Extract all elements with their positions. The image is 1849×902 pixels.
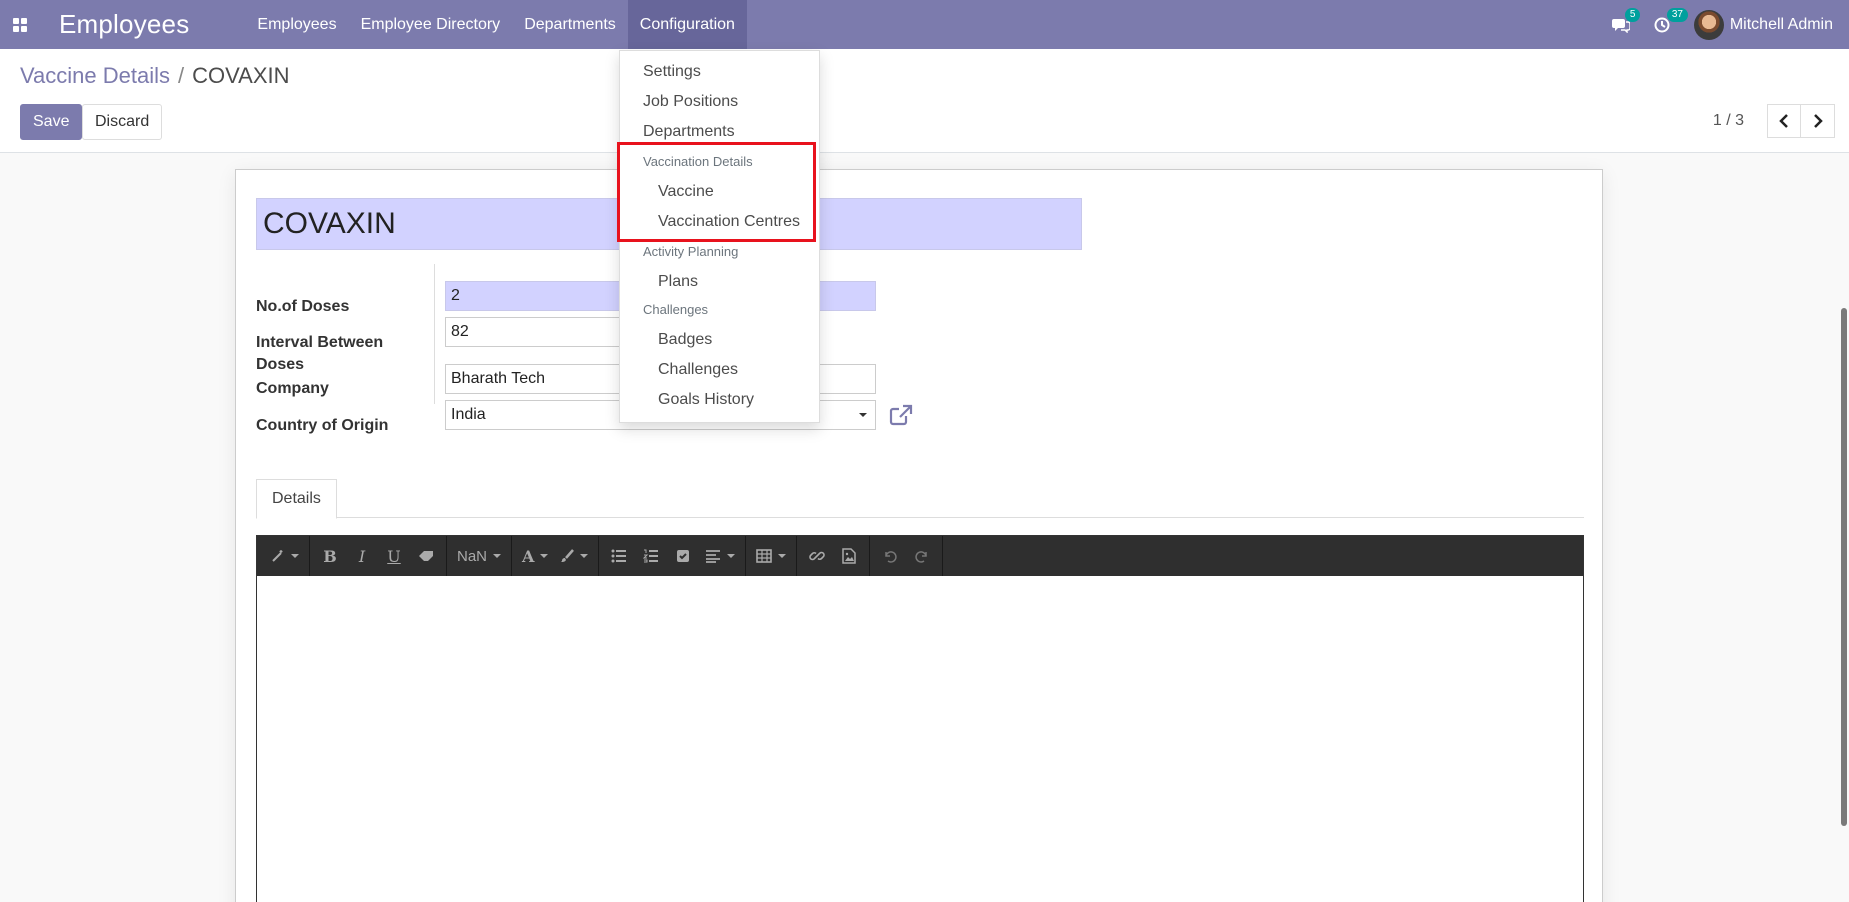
dropdown-header-activity-planning: Activity Planning <box>643 244 739 259</box>
breadcrumb: Vaccine Details / COVAXIN <box>20 63 290 89</box>
background-color-button[interactable] <box>554 540 594 572</box>
caret-down-icon <box>859 413 867 417</box>
country-select-value: India <box>451 406 486 423</box>
notebook-tabs: Details <box>256 479 1584 519</box>
doses-label: No.of Doses <box>256 298 350 315</box>
editor-toolbar: B I U NaN A <box>257 536 1583 576</box>
redo-button[interactable] <box>906 540 938 572</box>
checkbox-icon <box>677 550 690 562</box>
dropdown-item-departments[interactable]: Departments <box>643 123 735 141</box>
user-menu[interactable]: Mitchell Admin <box>1693 9 1833 40</box>
table-icon <box>756 549 773 563</box>
dropdown-item-vaccination-centres[interactable]: Vaccination Centres <box>658 213 800 231</box>
font-size-button[interactable]: NaN <box>451 540 507 572</box>
link-icon <box>809 551 826 561</box>
align-button[interactable] <box>699 540 741 572</box>
bold-button[interactable]: B <box>314 540 346 572</box>
menu-employees[interactable]: Employees <box>245 0 348 49</box>
style-button[interactable] <box>265 540 305 572</box>
bullet-list-button[interactable] <box>603 540 635 572</box>
dropdown-item-challenges[interactable]: Challenges <box>658 361 738 379</box>
form-view: COVAXIN No.of Doses Interval Between Dos… <box>0 153 1849 902</box>
activities-button[interactable]: 37 <box>1654 7 1688 33</box>
page-scrollbar[interactable] <box>1841 308 1847 826</box>
company-label: Company <box>256 380 329 397</box>
messages-button[interactable]: 5 <box>1611 7 1641 33</box>
underline-button[interactable]: U <box>378 540 410 572</box>
dropdown-header-vaccination-details: Vaccination Details <box>643 154 753 169</box>
html-editor[interactable]: B I U NaN A <box>256 535 1584 902</box>
chevron-right-icon <box>1813 114 1823 128</box>
top-navbar: Employees Employees Employee Directory D… <box>0 0 1849 49</box>
undo-icon <box>885 551 898 563</box>
interval-label-line2: Doses <box>256 356 305 373</box>
checklist-button[interactable] <box>667 540 699 572</box>
breadcrumb-parent[interactable]: Vaccine Details <box>20 63 170 89</box>
image-icon <box>842 548 857 564</box>
activities-badge: 37 <box>1666 7 1688 22</box>
interval-label: Interval Between Doses <box>256 332 383 376</box>
italic-button[interactable]: I <box>346 540 378 572</box>
chevron-left-icon <box>1779 114 1788 128</box>
magic-wand-icon <box>272 550 283 562</box>
undo-button[interactable] <box>874 540 906 572</box>
user-name: Mitchell Admin <box>1729 15 1833 33</box>
external-link-icon <box>889 404 913 426</box>
font-color-button[interactable]: A <box>516 540 554 572</box>
font-color-icon: A <box>522 546 535 566</box>
list-ul-icon <box>611 549 627 563</box>
messages-badge: 5 <box>1624 7 1641 22</box>
align-left-icon <box>706 550 721 563</box>
external-link-button[interactable] <box>889 404 913 430</box>
app-title[interactable]: Employees <box>59 9 189 40</box>
dropdown-item-job-positions[interactable]: Job Positions <box>643 93 738 111</box>
dropdown-item-vaccine[interactable]: Vaccine <box>658 183 714 201</box>
font-size-value: NaN <box>457 547 488 565</box>
form-sheet: COVAXIN No.of Doses Interval Between Dos… <box>235 169 1603 902</box>
tab-details[interactable]: Details <box>256 479 337 519</box>
discard-button[interactable]: Discard <box>82 104 163 140</box>
field-divider <box>434 264 435 404</box>
avatar <box>1693 9 1724 40</box>
image-button[interactable] <box>833 540 865 572</box>
apps-menu-icon[interactable] <box>0 0 40 49</box>
menu-configuration[interactable]: Configuration <box>627 0 747 49</box>
dropdown-item-plans[interactable]: Plans <box>658 273 698 291</box>
paint-brush-icon <box>561 549 575 562</box>
control-panel: Vaccine Details / COVAXIN Save Discard 1… <box>0 49 1849 153</box>
link-button[interactable] <box>801 540 833 572</box>
dropdown-item-badges[interactable]: Badges <box>658 331 712 349</box>
save-button[interactable]: Save <box>20 104 83 140</box>
configuration-dropdown: Settings Job Positions Departments Vacci… <box>619 50 820 423</box>
dropdown-item-goals-history[interactable]: Goals History <box>658 391 754 409</box>
interval-label-line1: Interval Between <box>256 334 384 351</box>
list-ol-icon <box>643 549 659 563</box>
dropdown-item-settings[interactable]: Settings <box>643 63 701 81</box>
menu-departments[interactable]: Departments <box>512 0 628 49</box>
breadcrumb-current: COVAXIN <box>192 63 290 88</box>
redo-icon <box>915 551 928 563</box>
eraser-button[interactable] <box>410 540 442 572</box>
dropdown-header-challenges: Challenges <box>643 302 709 317</box>
breadcrumb-separator: / <box>178 63 185 88</box>
pager-previous-button[interactable] <box>1767 104 1801 138</box>
eraser-icon <box>419 551 433 561</box>
country-label: Country of Origin <box>256 417 389 434</box>
menu-employee-directory[interactable]: Employee Directory <box>349 0 513 49</box>
numbered-list-button[interactable] <box>635 540 667 572</box>
pager-next-button[interactable] <box>1801 104 1835 138</box>
pager-value[interactable]: 1 / 3 <box>1713 112 1744 130</box>
table-button[interactable] <box>750 540 792 572</box>
